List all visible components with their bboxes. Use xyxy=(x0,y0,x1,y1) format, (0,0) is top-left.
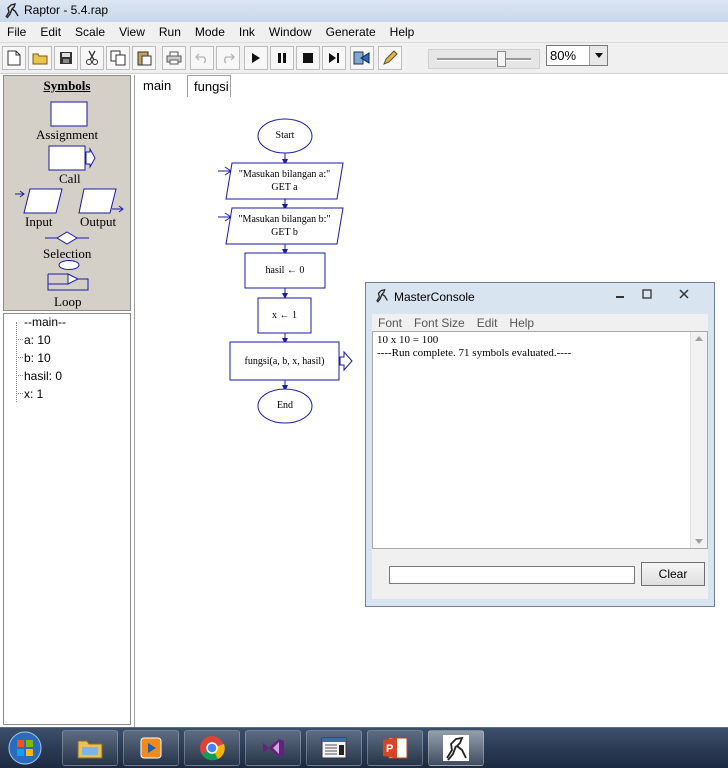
chrome-icon xyxy=(200,736,225,761)
clear-button[interactable]: Clear xyxy=(641,562,705,586)
console-menu-edit[interactable]: Edit xyxy=(471,316,504,330)
file-explorer-icon xyxy=(77,740,103,759)
scroll-down-icon[interactable] xyxy=(695,539,703,544)
start-button-icon[interactable] xyxy=(6,730,44,766)
taskbar-media-player[interactable] xyxy=(123,730,179,766)
minimize-icon xyxy=(616,296,624,298)
taskbar-file-explorer[interactable] xyxy=(62,730,118,766)
master-console-window: MasterConsole Font Font Size Edit Help 1… xyxy=(365,282,715,607)
taskbar: P xyxy=(0,727,728,768)
call-arrow-icon xyxy=(339,350,353,372)
minimize-button[interactable] xyxy=(608,286,632,302)
input-b-get: GET b xyxy=(271,227,298,238)
input-a-prompt: "Masukan bilangan a:" xyxy=(238,169,331,180)
start-label: Start xyxy=(275,130,295,141)
taskbar-powerpoint[interactable]: P xyxy=(367,730,423,766)
taskbar-chrome[interactable] xyxy=(184,730,240,766)
media-player-icon xyxy=(140,737,162,759)
taskbar-raptor[interactable] xyxy=(428,730,484,766)
close-icon xyxy=(679,289,689,299)
console-output-line: 10 x 10 = 100 xyxy=(377,334,439,346)
console-menu-bar: Font Font Size Edit Help xyxy=(372,314,708,331)
call-fungsi-label: fungsi(a, b, x, hasil) xyxy=(244,356,325,367)
taskbar-visual-studio[interactable] xyxy=(245,730,301,766)
svg-text:P: P xyxy=(386,743,393,755)
console-output-line: ----Run complete. 71 symbols evaluated.-… xyxy=(377,347,572,359)
maximize-icon xyxy=(642,289,652,299)
raptor-icon xyxy=(443,735,469,761)
console-output[interactable]: 10 x 10 = 100 ----Run complete. 71 symbo… xyxy=(372,331,708,549)
assign-hasil-label: hasil ← 0 xyxy=(265,265,305,276)
scroll-up-icon[interactable] xyxy=(695,336,703,341)
console-menu-font[interactable]: Font xyxy=(372,316,408,330)
maximize-button[interactable] xyxy=(635,286,659,302)
powerpoint-icon: P xyxy=(383,737,408,759)
console-title: MasterConsole xyxy=(394,290,475,304)
console-input-area: Clear xyxy=(372,549,708,599)
console-menu-font-size[interactable]: Font Size xyxy=(408,316,471,330)
taskbar-window-app[interactable] xyxy=(306,730,362,766)
input-a-get: GET a xyxy=(271,182,298,193)
console-menu-help[interactable]: Help xyxy=(503,316,540,330)
end-label: End xyxy=(276,400,294,411)
assign-x-label: x ← 1 xyxy=(272,310,297,321)
console-input[interactable] xyxy=(389,566,635,584)
close-button[interactable] xyxy=(672,286,696,302)
raptor-app-icon xyxy=(376,288,388,303)
console-scrollbar[interactable] xyxy=(690,332,707,548)
visual-studio-icon xyxy=(263,739,284,757)
window-app-icon xyxy=(321,737,347,759)
input-b-prompt: "Masukan bilangan b:" xyxy=(238,214,331,225)
